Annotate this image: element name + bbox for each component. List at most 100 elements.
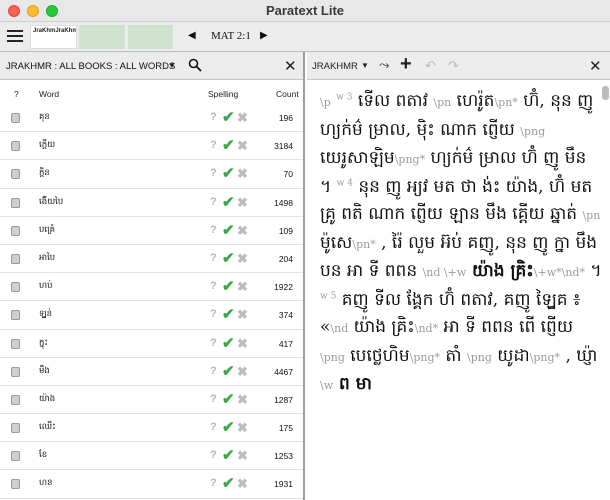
reject-x-icon[interactable]: ✖ xyxy=(237,476,248,492)
reject-x-icon[interactable]: ✖ xyxy=(237,307,248,323)
scrollbar-thumb[interactable] xyxy=(602,86,609,100)
reject-x-icon[interactable]: ✖ xyxy=(237,251,248,267)
table-row[interactable]: ក្តិន? ✔ ✖ 70 xyxy=(0,160,303,189)
note-icon[interactable] xyxy=(11,479,20,490)
marker: \pn* xyxy=(494,96,518,109)
add-icon[interactable]: + xyxy=(400,53,412,76)
table-row[interactable]: ង់ើយបៃ? ✔ ✖ 1498 xyxy=(0,189,303,217)
question-icon[interactable]: ? xyxy=(210,477,217,489)
question-icon[interactable]: ? xyxy=(210,224,217,236)
question-icon[interactable]: ? xyxy=(210,139,217,151)
project-dropdown-icon[interactable]: ▼ xyxy=(361,61,369,70)
approve-check-icon[interactable]: ✔ xyxy=(222,390,235,408)
note-icon[interactable] xyxy=(11,225,20,236)
col-word[interactable]: Word xyxy=(39,89,59,99)
note-icon[interactable] xyxy=(11,394,20,405)
table-row[interactable]: មឹង? ✔ ✖ 4467 xyxy=(0,358,303,386)
approve-check-icon[interactable]: ✔ xyxy=(222,446,235,464)
close-editor-icon[interactable]: ✕ xyxy=(589,57,602,75)
table-row[interactable]: យ៉ាង? ✔ ✖ 1287 xyxy=(0,386,303,415)
reject-x-icon[interactable]: ✖ xyxy=(237,336,248,352)
question-icon[interactable]: ? xyxy=(210,365,217,377)
project-tab-2[interactable] xyxy=(79,25,125,49)
question-icon[interactable]: ? xyxy=(210,111,217,123)
scripture-text[interactable]: \p w 3 ទើល ពតាវ \pn ហេរ៉ូត\pn* ហ៊ំ, នុន … xyxy=(307,80,610,500)
previous-chapter-icon[interactable]: ◀ xyxy=(188,30,196,41)
note-icon[interactable] xyxy=(11,310,20,321)
table-row[interactable]: ហប់? ✔ ✖ 1922 xyxy=(0,273,303,302)
question-icon[interactable]: ? xyxy=(210,196,217,208)
text-run: យូដា xyxy=(491,345,530,366)
approve-check-icon[interactable]: ✔ xyxy=(222,108,235,126)
note-icon[interactable] xyxy=(11,113,20,123)
reject-x-icon[interactable]: ✖ xyxy=(237,448,248,464)
approve-check-icon[interactable]: ✔ xyxy=(222,418,235,436)
reject-x-icon[interactable]: ✖ xyxy=(237,166,248,182)
approve-check-icon[interactable]: ✔ xyxy=(222,221,235,239)
reject-x-icon[interactable]: ✖ xyxy=(237,110,248,126)
question-icon[interactable]: ? xyxy=(210,308,217,320)
approve-check-icon[interactable]: ✔ xyxy=(222,164,235,182)
approve-check-icon[interactable]: ✔ xyxy=(222,277,235,295)
marker: \pn xyxy=(582,209,601,222)
col-spelling[interactable]: Spelling xyxy=(208,89,238,99)
question-icon[interactable]: ? xyxy=(210,393,217,405)
question-icon[interactable]: ? xyxy=(210,280,217,292)
note-icon[interactable] xyxy=(11,253,20,264)
question-icon[interactable]: ? xyxy=(210,449,217,461)
approve-check-icon[interactable]: ✔ xyxy=(222,136,235,154)
approve-check-icon[interactable]: ✔ xyxy=(222,474,235,492)
reject-x-icon[interactable]: ✖ xyxy=(237,364,248,380)
table-row[interactable]: អាបៃ? ✔ ✖ 204 xyxy=(0,245,303,274)
note-icon[interactable] xyxy=(11,197,20,208)
col-count[interactable]: Count xyxy=(276,89,299,99)
project-label[interactable]: JRAKHMR xyxy=(312,61,358,72)
marker: \png* xyxy=(409,350,441,364)
marker: \png xyxy=(520,124,546,138)
note-icon[interactable] xyxy=(11,366,20,377)
question-icon[interactable]: ? xyxy=(210,337,217,349)
note-icon[interactable] xyxy=(11,338,20,349)
table-row[interactable]: បគ្រេំ? ✔ ✖ 109 xyxy=(0,217,303,245)
question-icon[interactable]: ? xyxy=(210,252,217,264)
approve-check-icon[interactable]: ✔ xyxy=(222,249,235,267)
note-icon[interactable] xyxy=(11,169,20,180)
wordlist-scope-label[interactable]: JRAKHMR : ALL BOOKS : ALL WORDS xyxy=(6,61,175,72)
table-row[interactable]: ក្នុះ? ✔ ✖ 417 xyxy=(0,330,303,358)
table-row[interactable]: ឈើះ? ✔ ✖ 175 xyxy=(0,414,303,443)
question-icon[interactable]: ? xyxy=(210,421,217,433)
question-icon[interactable]: ? xyxy=(210,167,217,179)
close-pane-icon[interactable]: ✕ xyxy=(284,57,297,75)
hamburger-menu-icon[interactable] xyxy=(7,30,23,42)
approve-check-icon[interactable]: ✔ xyxy=(222,362,235,380)
col-question[interactable]: ? xyxy=(14,89,19,99)
note-icon[interactable] xyxy=(11,423,20,434)
table-row[interactable]: ហន? ✔ ✖ 1931 xyxy=(0,470,303,499)
next-chapter-icon[interactable]: ▶ xyxy=(260,30,268,41)
approve-check-icon[interactable]: ✔ xyxy=(222,334,235,352)
text-run: ម៉ូសេ xyxy=(320,232,353,253)
note-icon[interactable] xyxy=(11,141,20,152)
insert-marker-icon[interactable]: ⤳ xyxy=(379,57,389,73)
reject-x-icon[interactable]: ✖ xyxy=(237,420,248,436)
approve-check-icon[interactable]: ✔ xyxy=(222,193,235,211)
table-row[interactable]: ឡ្វន់? ✔ ✖ 374 xyxy=(0,301,303,330)
scope-dropdown-icon[interactable]: ▼ xyxy=(168,61,176,70)
project-tab[interactable]: JraKhmJraKhm xyxy=(30,25,77,49)
note-icon[interactable] xyxy=(11,282,20,293)
redo-icon[interactable]: ↷ xyxy=(448,58,459,74)
reject-x-icon[interactable]: ✖ xyxy=(237,279,248,295)
project-tab-3[interactable] xyxy=(128,25,173,49)
reject-x-icon[interactable]: ✖ xyxy=(237,223,248,239)
approve-check-icon[interactable]: ✔ xyxy=(222,305,235,323)
reject-x-icon[interactable]: ✖ xyxy=(237,392,248,408)
note-icon[interactable] xyxy=(11,451,20,462)
table-row[interactable]: គុន? ✔ ✖ 196 xyxy=(0,104,303,133)
reference-display[interactable]: MAT 2:1 xyxy=(211,30,251,42)
table-row[interactable]: ខែ? ✔ ✖ 1253 xyxy=(0,442,303,471)
search-icon[interactable] xyxy=(188,58,202,72)
table-row[interactable]: ក្តើយ? ✔ ✖ 3184 xyxy=(0,132,303,161)
undo-icon[interactable]: ↶ xyxy=(425,58,436,74)
reject-x-icon[interactable]: ✖ xyxy=(237,195,248,211)
reject-x-icon[interactable]: ✖ xyxy=(237,138,248,154)
